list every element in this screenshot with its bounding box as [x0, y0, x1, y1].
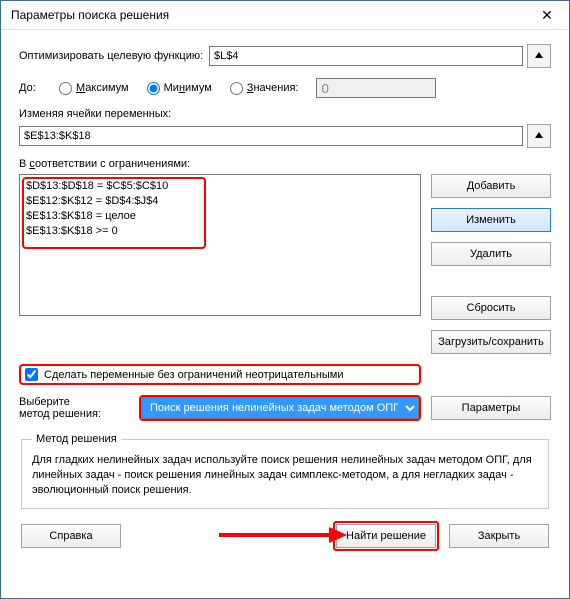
constraints-list[interactable]: $D$13:$D$18 = $C$5:$C$10 $E$12:$K$12 = $…: [19, 174, 421, 316]
change-button[interactable]: Изменить: [431, 208, 551, 232]
titlebar: Параметры поиска решения ✕: [1, 1, 569, 30]
radio-min[interactable]: Минимум: [147, 82, 212, 95]
constraint-item[interactable]: $E$13:$K$18 >= 0: [26, 224, 414, 239]
vars-input[interactable]: [19, 126, 523, 146]
method-description: Метод решения Для гладких нелинейных зад…: [21, 433, 549, 509]
desc-title: Метод решения: [32, 433, 121, 445]
objective-direction: Максимум Минимум Значения:: [59, 78, 436, 98]
nonneg-checkbox-row[interactable]: Сделать переменные без ограничений неотр…: [19, 364, 421, 385]
objective-label: Оптимизировать целевую функцию:: [19, 50, 209, 62]
range-picker-icon[interactable]: [527, 44, 551, 68]
vars-label: Изменяя ячейки переменных:: [19, 108, 551, 120]
method-label: Выберитеметод решения:: [19, 396, 129, 420]
method-select[interactable]: Поиск решения нелинейных задач методом О…: [141, 397, 419, 419]
reset-button[interactable]: Сбросить: [431, 296, 551, 320]
solver-dialog: Параметры поиска решения ✕ Оптимизироват…: [0, 0, 570, 599]
radio-max[interactable]: Максимум: [59, 82, 129, 95]
delete-button[interactable]: Удалить: [431, 242, 551, 266]
objective-input[interactable]: [209, 46, 523, 66]
close-icon[interactable]: ✕: [527, 2, 567, 28]
nonneg-checkbox[interactable]: [25, 368, 38, 381]
radio-value[interactable]: Значения:: [230, 82, 299, 95]
nonneg-label: Сделать переменные без ограничений неотр…: [44, 369, 344, 381]
constraint-item[interactable]: $E$13:$K$18 = целое: [26, 209, 414, 224]
help-button[interactable]: Справка: [21, 524, 121, 548]
to-label: До:: [19, 82, 59, 94]
range-picker-icon[interactable]: [527, 124, 551, 148]
add-button[interactable]: Добавить: [431, 174, 551, 198]
arrow-annotation: [219, 525, 349, 545]
constraints-label: В соответствии с ограничениями:: [19, 158, 551, 170]
constraint-item[interactable]: $E$12:$K$12 = $D$4:$J$4: [26, 194, 414, 209]
window-title: Параметры поиска решения: [11, 8, 527, 22]
close-button[interactable]: Закрыть: [449, 524, 549, 548]
solve-button[interactable]: Найти решение: [336, 524, 436, 548]
params-button[interactable]: Параметры: [431, 396, 551, 420]
desc-text: Для гладких нелинейных задач используйте…: [32, 453, 538, 498]
method-select-highlight: Поиск решения нелинейных задач методом О…: [139, 395, 421, 421]
constraint-item[interactable]: $D$13:$D$18 = $C$5:$C$10: [26, 179, 414, 194]
load-save-button[interactable]: Загрузить/сохранить: [431, 330, 551, 354]
value-input[interactable]: [316, 78, 436, 98]
